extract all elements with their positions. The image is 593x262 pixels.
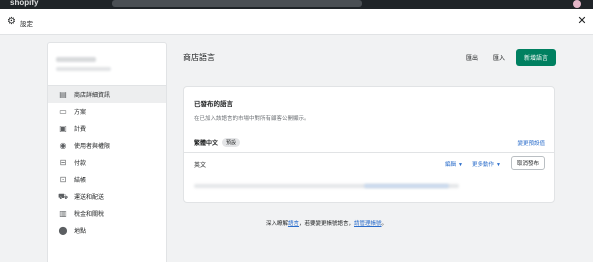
settings-header: ⚙ 設定 ✕: [0, 9, 593, 35]
settings-title: 設定: [20, 21, 33, 28]
default-language-name: 繁體中文: [194, 141, 219, 147]
sidebar-item-label: 商店詳細資訊: [74, 93, 111, 99]
footer-suffix: 。: [381, 221, 388, 227]
footer-help: 深入瞭解語言，若要變更帳號語言，請管理帳號。: [0, 219, 593, 227]
card-description: 在已加入該語言的市場中對所有顧客公開顯示。: [194, 116, 310, 122]
users-icon: ◉: [59, 141, 67, 150]
sidebar-item-label: 地點: [74, 229, 87, 235]
store-url-redacted: [56, 67, 111, 71]
sidebar-item-label: 付款: [74, 161, 87, 167]
plan-icon: ▭: [59, 107, 67, 116]
page-actions: 匯出 匯入 新增語言: [462, 49, 556, 66]
add-language-button[interactable]: 新增語言: [515, 49, 556, 66]
admin-search-bar[interactable]: [112, 0, 362, 7]
payments-icon: ⊟: [59, 158, 67, 167]
sidebar-item-label: 計費: [74, 127, 87, 133]
store-info: [48, 43, 166, 86]
page-title: 商店語言: [183, 53, 215, 62]
admin-top-bar: shopify: [0, 0, 593, 9]
more-actions-dropdown[interactable]: 更多動作 ▼: [472, 160, 501, 168]
redacted-link: [364, 184, 449, 188]
gear-icon: ⚙: [7, 16, 16, 27]
export-button[interactable]: 匯出: [462, 51, 482, 64]
store-icon: ▤: [59, 90, 67, 99]
chevron-down-icon: ▼: [496, 162, 501, 168]
shipping-icon: ⛟: [57, 191, 69, 201]
unpublish-button[interactable]: 取消發布: [510, 156, 545, 170]
shopify-logo: shopify: [10, 0, 39, 7]
edit-label: 編輯: [445, 162, 457, 168]
chevron-down-icon: ▼: [458, 162, 463, 168]
sidebar-item[interactable]: ▤ 商店詳細資訊: [48, 86, 166, 103]
more-actions-label: 更多動作: [472, 162, 495, 168]
footer-prefix: 深入瞭解: [265, 221, 288, 227]
sidebar-item-label: 結帳: [74, 178, 87, 184]
sidebar-item-label: 運送和配送: [74, 195, 105, 201]
languages-link[interactable]: 語言: [288, 221, 299, 227]
card-title: 已發布的語言: [194, 101, 233, 108]
checkout-icon: ⊡: [59, 175, 67, 184]
close-icon[interactable]: ✕: [576, 15, 588, 27]
edit-dropdown[interactable]: 編輯 ▼: [445, 160, 463, 168]
secondary-language-name: 英文: [194, 163, 207, 169]
sidebar-item[interactable]: ◉ 使用者與權限: [48, 137, 166, 154]
sidebar-item[interactable]: ⊡ 結帳: [48, 171, 166, 188]
manage-account-link[interactable]: 請管理帳號: [354, 221, 382, 227]
location-icon: ⬤: [58, 226, 68, 235]
default-language-row: 繁體中文 預設: [194, 138, 241, 147]
sidebar-item-label: 稅金和關稅: [74, 212, 105, 218]
published-languages-card: 已發布的語言 在已加入該語言的市場中對所有顧客公開顯示。 繁體中文 預設 變更預…: [183, 86, 555, 203]
sidebar-item-label: 使用者與權限: [74, 144, 111, 150]
sidebar-item[interactable]: ▣ 計費: [48, 120, 166, 137]
footer-middle: ，若要變更帳號語言，: [298, 221, 354, 227]
sidebar-item[interactable]: ⛟ 運送和配送: [48, 188, 166, 205]
change-default-link[interactable]: 變更預設值: [517, 139, 545, 147]
default-badge: 預設: [222, 138, 241, 147]
sidebar-item[interactable]: ▭ 方案: [48, 103, 166, 120]
taxes-icon: ▥: [59, 209, 67, 218]
sidebar-item-label: 方案: [74, 110, 87, 116]
account-avatar[interactable]: [573, 0, 581, 8]
sidebar-item[interactable]: ⊟ 付款: [48, 154, 166, 171]
billing-icon: ▣: [59, 124, 67, 133]
divider: [184, 152, 554, 153]
import-button[interactable]: 匯入: [489, 51, 509, 64]
settings-sidebar: ▤ 商店詳細資訊 ▭ 方案 ▣ 計費 ◉ 使用者與權限 ⊟ 付款 ⊡ 結帳 ⛟ 運送和配送 ▥ 稅金和關稅 ⬤ 地…: [47, 42, 167, 262]
sidebar-nav: ▤ 商店詳細資訊 ▭ 方案 ▣ 計費 ◉ 使用者與權限 ⊟ 付款 ⊡ 結帳 ⛟ 運送和配送 ▥ 稅金和關稅 ⬤ 地…: [48, 86, 166, 239]
store-name-redacted: [56, 57, 96, 62]
